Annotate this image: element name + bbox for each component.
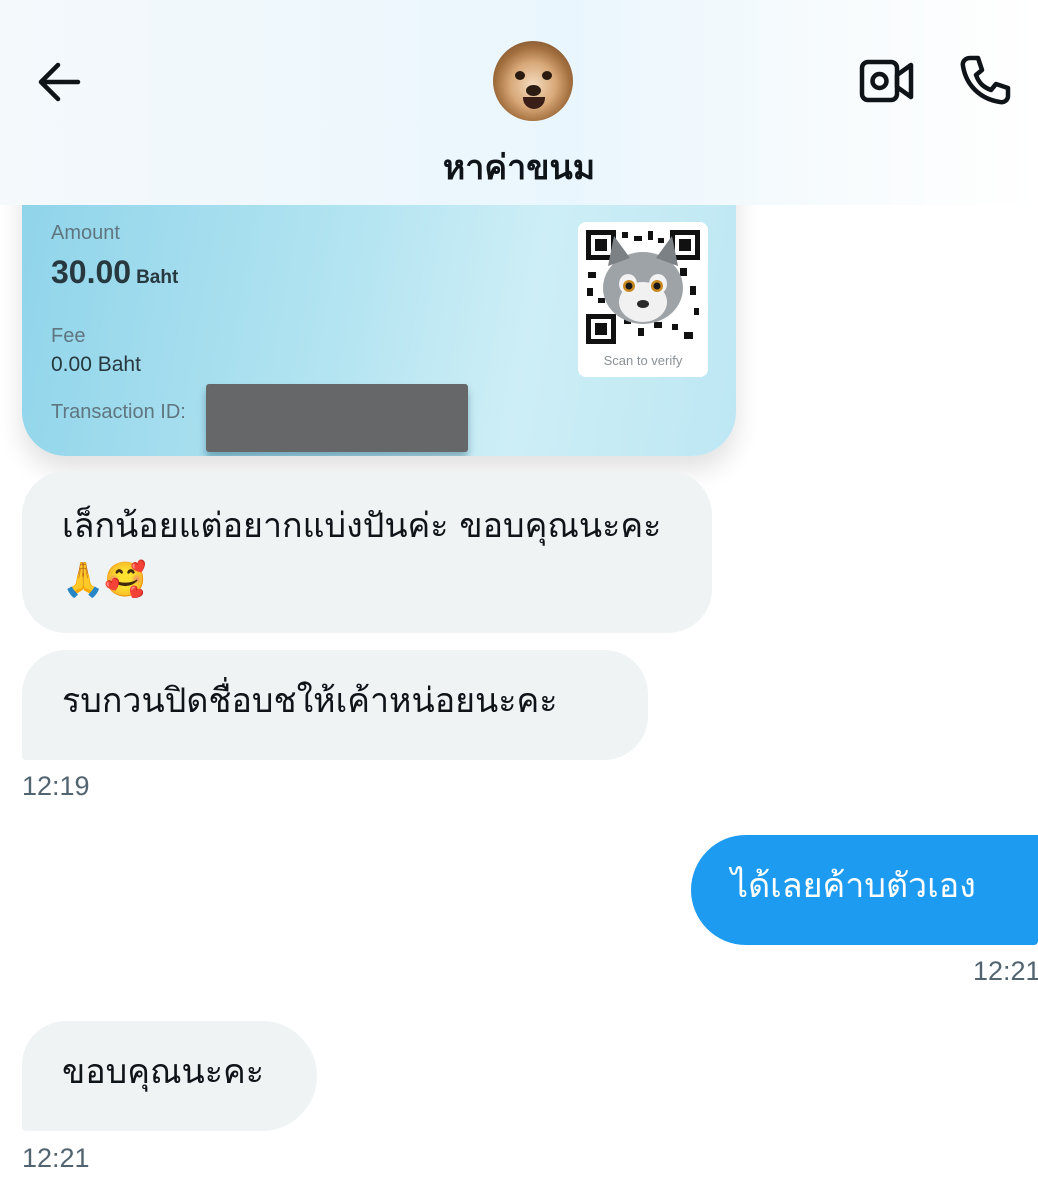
avatar-eye: [542, 71, 552, 80]
amount-unit: Baht: [136, 267, 179, 288]
redaction-box: [206, 384, 468, 452]
phone-icon[interactable]: [958, 53, 1012, 107]
avatar-mouth: [523, 97, 545, 109]
scan-to-verify-label: Scan to verify: [603, 353, 683, 368]
avatar-nose: [526, 85, 541, 96]
arrow-left-icon[interactable]: [30, 55, 90, 109]
message-timestamp: 12:19: [22, 771, 90, 801]
message-incoming[interactable]: เล็กน้อยแต่อยากแบ่งปันค่ะ ขอบคุณนะคะ 🙏🥰: [22, 471, 712, 633]
fee-label: Fee: [51, 325, 86, 347]
amount-label: Amount: [51, 222, 120, 244]
amount-value: 30.00 Baht: [51, 254, 179, 290]
message-outgoing[interactable]: ได้เลยค้าบตัวเอง: [691, 835, 1038, 945]
message-incoming[interactable]: รบกวนปิดชื่อบชให้เค้าหน่อยนะคะ: [22, 650, 648, 760]
qr-code-graphic: [584, 228, 702, 346]
conversation-title[interactable]: หาค่าขนม: [0, 140, 1038, 194]
message-timestamp: 12:21: [973, 956, 1038, 986]
fee-value: 0.00 Baht: [51, 353, 141, 376]
qr-code: Scan to verify: [578, 222, 708, 377]
chat-header: หาค่าขนม: [0, 0, 1038, 205]
avatar[interactable]: [493, 41, 573, 121]
message-timestamp: 12:21: [22, 1143, 90, 1173]
video-camera-icon[interactable]: [858, 56, 916, 106]
avatar-eye: [515, 71, 525, 80]
message-incoming[interactable]: ขอบคุณนะคะ: [22, 1021, 317, 1131]
transaction-id-label: Transaction ID:: [51, 401, 186, 423]
